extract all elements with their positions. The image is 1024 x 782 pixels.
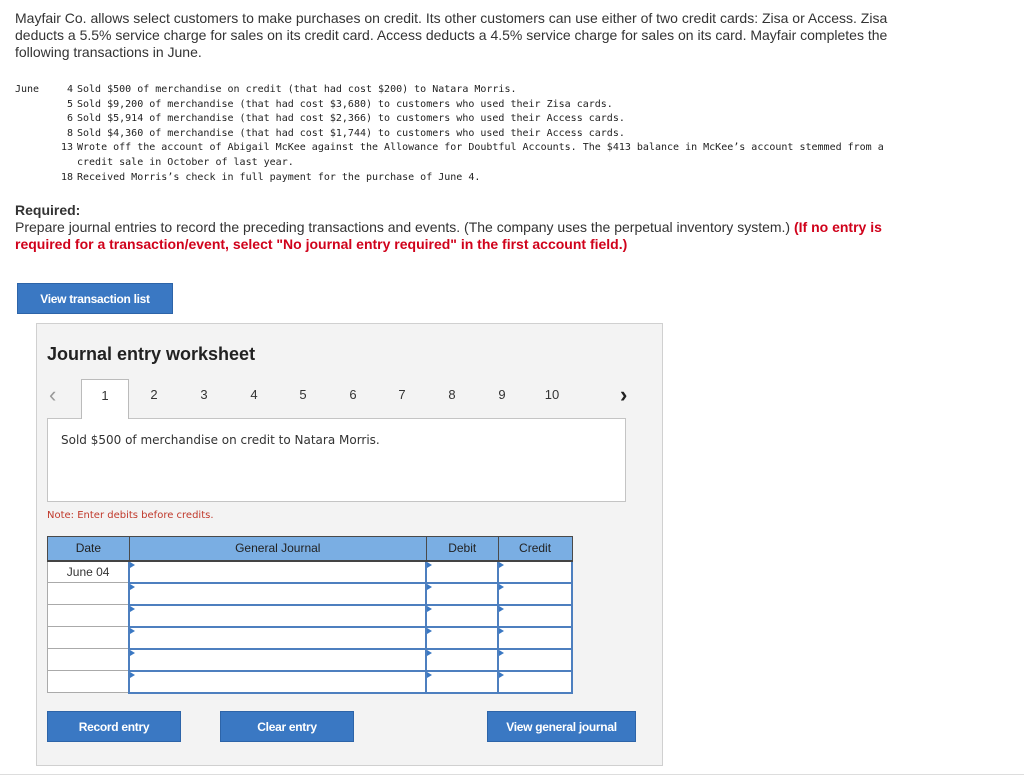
debit-input[interactable] — [425, 581, 500, 606]
transaction-month — [15, 98, 55, 113]
credit-input[interactable] — [497, 581, 573, 606]
table-row — [47, 647, 573, 672]
account-input[interactable] — [128, 581, 428, 606]
view-transaction-list-button[interactable]: View transaction list — [17, 283, 173, 314]
column-header-credit: Credit — [497, 536, 573, 562]
debit-input[interactable] — [425, 669, 500, 694]
transaction-month: June — [15, 84, 40, 95]
transaction-row: 13 Wrote off the account of Abigail McKee… — [15, 141, 917, 170]
transaction-day: 13 — [60, 142, 73, 154]
required-section: Required: Prepare journal entries to rec… — [15, 202, 915, 253]
account-input[interactable] — [128, 669, 428, 694]
column-header-general-journal: General Journal — [128, 536, 427, 562]
transaction-text: Wrote off the account of Abigail McKee a… — [77, 142, 884, 168]
tab-6[interactable]: 6 — [329, 379, 377, 418]
date-cell — [47, 648, 130, 671]
date-cell — [47, 604, 130, 627]
clear-entry-button[interactable]: Clear entry — [220, 711, 354, 742]
transaction-row: 5 Sold $9,200 of merchandise (that had co… — [15, 98, 917, 113]
date-cell — [47, 626, 130, 649]
required-text: Prepare journal entries to record the pr… — [15, 219, 794, 235]
account-input[interactable] — [128, 559, 428, 584]
transaction-day: 18 — [60, 171, 73, 183]
tab-8[interactable]: 8 — [428, 379, 476, 418]
transaction-text: Sold $5,914 of merchandise (that had cos… — [77, 113, 625, 125]
table-row — [47, 625, 573, 650]
worksheet-title: Journal entry worksheet — [47, 344, 256, 364]
credit-input[interactable] — [497, 625, 573, 650]
transaction-month — [15, 171, 55, 186]
chevron-left-icon[interactable]: ‹ — [49, 380, 56, 410]
transaction-month — [15, 112, 55, 127]
credit-input[interactable] — [497, 559, 573, 584]
transaction-text: Sold $500 of merchandise on credit (that… — [77, 84, 517, 95]
date-cell: June 04 — [47, 560, 130, 583]
transaction-month — [15, 141, 55, 170]
transaction-description: Sold $500 of merchandise on credit to Na… — [47, 418, 626, 502]
tab-5[interactable]: 5 — [279, 379, 327, 418]
transaction-day: 8 — [66, 127, 73, 139]
view-general-journal-button[interactable]: View general journal — [487, 711, 636, 742]
tab-7[interactable]: 7 — [378, 379, 426, 418]
record-entry-button[interactable]: Record entry — [47, 711, 181, 742]
tab-2[interactable]: 2 — [130, 379, 178, 418]
debit-input[interactable] — [425, 625, 500, 650]
column-header-debit: Debit — [425, 536, 499, 562]
debit-input[interactable] — [425, 647, 500, 672]
transaction-text: Sold $4,360 of merchandise (that had cos… — [77, 127, 625, 139]
transaction-row: June 4 Sold $500 of merchandise on credit … — [15, 83, 917, 98]
column-header-date: Date — [47, 536, 130, 562]
transaction-day: 4 — [66, 84, 73, 95]
date-cell — [47, 582, 130, 605]
account-input[interactable] — [128, 603, 428, 628]
table-row — [47, 581, 573, 606]
tab-10[interactable]: 10 — [528, 379, 576, 418]
chevron-right-icon[interactable]: › — [620, 380, 627, 410]
tab-9[interactable]: 9 — [478, 379, 526, 418]
debit-input[interactable] — [425, 559, 500, 584]
credit-input[interactable] — [497, 603, 573, 628]
table-row — [47, 603, 573, 628]
tab-3[interactable]: 3 — [180, 379, 228, 418]
tab-1[interactable]: 1 — [81, 379, 129, 419]
transaction-day: 6 — [66, 113, 73, 125]
transaction-month — [15, 127, 55, 142]
table-row: June 04 — [47, 559, 573, 584]
transaction-day: 5 — [66, 98, 73, 110]
account-input[interactable] — [128, 625, 428, 650]
date-cell — [47, 670, 130, 693]
debit-credit-note: Note: Enter debits before credits. — [47, 510, 214, 521]
credit-input[interactable] — [497, 647, 573, 672]
tab-4[interactable]: 4 — [230, 379, 278, 418]
table-row — [47, 669, 573, 694]
transaction-row: 6 Sold $5,914 of merchandise (that had co… — [15, 112, 917, 127]
journal-entry-worksheet: Journal entry worksheet ‹ 1 2 3 4 5 6 7 8 9 10 › … — [36, 323, 663, 766]
debit-input[interactable] — [425, 603, 500, 628]
transaction-row: 18 Received Morris’s check in full paymen… — [15, 171, 917, 186]
transaction-row: 8 Sold $4,360 of merchandise (that had co… — [15, 127, 917, 142]
problem-intro: Mayfair Co. allows select customers to m… — [15, 10, 888, 60]
divider — [0, 774, 1024, 775]
transaction-text: Sold $9,200 of merchandise (that had cos… — [77, 98, 613, 110]
transaction-text: Received Morris’s check in full payment … — [77, 171, 481, 183]
required-label: Required: — [15, 202, 81, 218]
account-input[interactable] — [128, 647, 428, 672]
journal-table: Date General Journal Debit Credit June 0… — [47, 536, 573, 694]
transactions-list: June 4 Sold $500 of merchandise on credit … — [15, 83, 917, 185]
credit-input[interactable] — [497, 669, 573, 694]
